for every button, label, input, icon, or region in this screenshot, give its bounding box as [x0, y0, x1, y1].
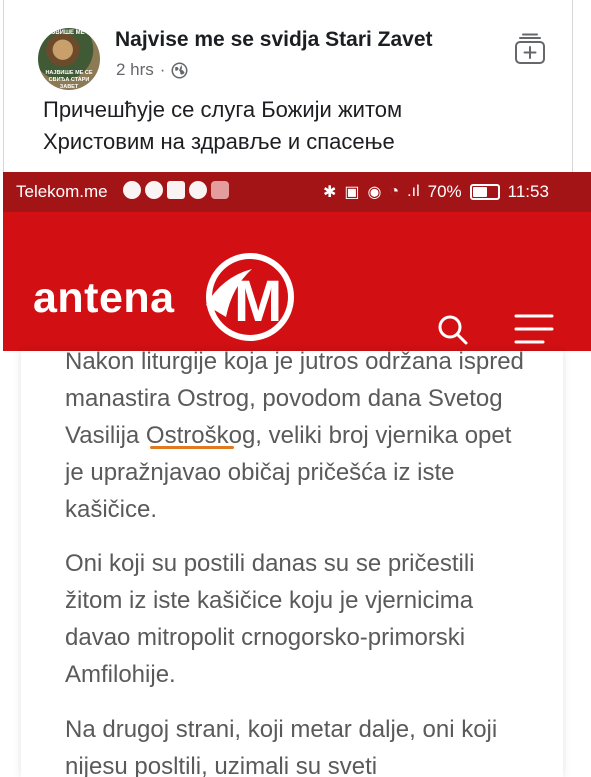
paragraph-2-end: iz iste kašičice koju je vjernicima dava… — [65, 587, 474, 688]
avatar-caption-bottom: НАЈВИШЕ МЕ СЕ СВИЂА СТАРИ ЗАВЕТ — [45, 70, 93, 90]
battery-percent: 70% — [427, 182, 462, 201]
clock: 11:53 — [507, 182, 549, 201]
highlighted-word: žitom — [65, 587, 123, 614]
article-body: Nakon liturgije koja je jutros održana i… — [21, 348, 563, 777]
article-paragraph-2: Oni koji su postili danas su se pričesti… — [65, 545, 525, 693]
battery-icon — [469, 184, 500, 200]
post-text-line2: Христовим на здравље и спасење — [43, 129, 395, 154]
antena-m-logo[interactable]: M — [192, 247, 300, 347]
site-header: antena M — [3, 212, 591, 351]
app-notification-icon — [211, 181, 229, 199]
notification-icons — [123, 181, 229, 199]
whatsapp-icon — [189, 181, 207, 199]
eye-comfort-icon: ◉ — [367, 184, 382, 201]
messenger-icon — [145, 181, 163, 199]
post-border-left — [3, 0, 4, 172]
page-name-link[interactable]: Najvise me se svidja Stari Zavet — [115, 28, 433, 52]
page-avatar[interactable]: НАЈВИШЕ МЕ СЕ НАЈВИШЕ МЕ СЕ СВИЂА СТАРИ … — [38, 28, 100, 90]
article-paragraph-3: Na drugoj strani, koji metar dalje, oni … — [65, 716, 498, 777]
article-paragraph-1: Nakon liturgije koja je jutros održana i… — [65, 348, 524, 523]
globe-icon[interactable] — [171, 62, 188, 79]
post-text-line1: Причешћује се слуга Божији житом — [43, 97, 403, 122]
site-logo-text[interactable]: antena — [33, 274, 175, 323]
status-right: ✱ ▣ ◉ ◔ .ıl 70% 11:53 — [323, 182, 549, 202]
wifi-icon: ◔ — [389, 183, 400, 200]
highlight-underline — [150, 446, 234, 449]
meta-separator: · — [159, 60, 166, 79]
post-time[interactable]: 2 hrs — [116, 60, 154, 80]
save-collection-icon[interactable] — [512, 33, 548, 67]
paragraph-2-start: Oni koji su postili danas su se pričesti… — [65, 550, 475, 577]
nfc-icon: ▣ — [344, 184, 360, 201]
phone-status-bar: Telekom.me ✱ ▣ ◉ ◔ .ıl 70% 11:53 — [3, 172, 591, 212]
facebook-post: НАЈВИШЕ МЕ СЕ НАЈВИШЕ МЕ СЕ СВИЂА СТАРИ … — [0, 0, 591, 172]
post-meta: 2 hrs · — [116, 60, 188, 80]
carrier-name: Telekom.me — [16, 182, 108, 201]
hamburger-menu-icon[interactable] — [513, 312, 555, 346]
battery-level — [472, 187, 487, 197]
signal-icon: .ıl — [407, 183, 420, 200]
phone-screenshot[interactable]: Telekom.me ✱ ▣ ◉ ◔ .ıl 70% 11:53 antena … — [3, 172, 591, 777]
viber-icon — [123, 181, 141, 199]
gallery-icon — [167, 181, 185, 199]
post-border-right — [572, 0, 573, 172]
logo-m-letter: M — [234, 269, 282, 334]
avatar-caption-top: НАЈВИШЕ МЕ СЕ — [43, 30, 95, 36]
post-text: Причешћује се слуга Божији житом Христов… — [43, 94, 523, 158]
bluetooth-icon: ✱ — [323, 184, 337, 201]
